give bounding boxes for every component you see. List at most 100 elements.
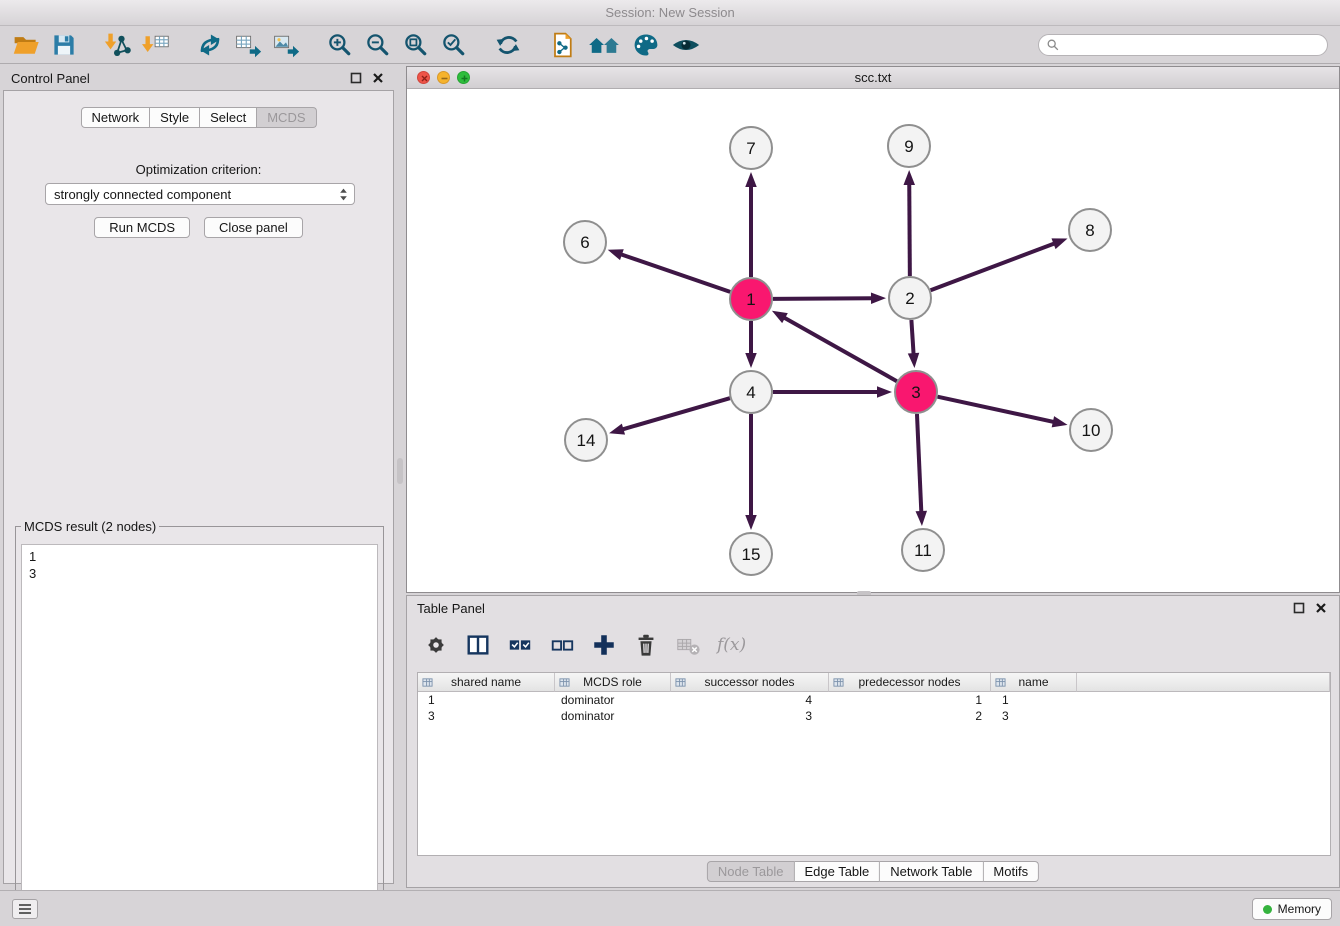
export-network-button[interactable]	[194, 29, 226, 61]
graph-edge-3-10[interactable]	[937, 397, 1054, 422]
graph-node-1[interactable]: 1	[730, 278, 772, 320]
delete-row-button[interactable]	[633, 632, 659, 658]
graph-node-label: 6	[580, 233, 589, 252]
vertical-splitter-handle[interactable]	[397, 458, 403, 484]
memory-button[interactable]: Memory	[1252, 898, 1332, 920]
graph-node-14[interactable]: 14	[565, 419, 607, 461]
table-settings-button[interactable]	[423, 632, 449, 658]
delete-table-button[interactable]	[675, 632, 701, 658]
window-minimize-button[interactable]	[437, 71, 450, 84]
graph-node-8[interactable]: 8	[1069, 209, 1111, 251]
graph-edge-arrowhead	[904, 170, 915, 185]
graph-node-9[interactable]: 9	[888, 125, 930, 167]
graph-edge-2-9[interactable]	[909, 183, 910, 276]
float-table-panel-button[interactable]	[1293, 601, 1307, 615]
tab-edge-table[interactable]: Edge Table	[794, 861, 880, 882]
mcds-result-item[interactable]: 1	[29, 548, 377, 565]
column-header-name[interactable]: name	[991, 673, 1077, 692]
table-cell[interactable]: 1	[829, 692, 991, 708]
tab-motifs[interactable]: Motifs	[983, 861, 1039, 882]
graph-edge-4-14[interactable]	[622, 398, 730, 430]
float-window-icon	[350, 72, 362, 84]
zoom-out-button[interactable]	[362, 29, 394, 61]
run-mcds-button[interactable]: Run MCDS	[94, 217, 190, 238]
apply-layout-button[interactable]	[492, 29, 524, 61]
graphics-details-button[interactable]	[668, 29, 704, 61]
toolbar-separator	[530, 44, 546, 45]
graph-node-15[interactable]: 15	[730, 533, 772, 575]
table-cell[interactable]: 1	[418, 692, 555, 708]
deselect-all-columns-button[interactable]	[549, 632, 575, 658]
list-icon	[17, 902, 33, 916]
table-cell[interactable]: 3	[418, 708, 555, 724]
graph-edge-2-3[interactable]	[911, 320, 913, 355]
table-cell[interactable]: 4	[671, 692, 829, 708]
task-history-button[interactable]	[12, 899, 38, 919]
zoom-in-button[interactable]	[324, 29, 356, 61]
graph-edge-2-8[interactable]	[931, 243, 1056, 290]
close-control-panel-button[interactable]	[372, 71, 386, 85]
graph-node-4[interactable]: 4	[730, 371, 772, 413]
function-builder-button[interactable]: f(x)	[717, 635, 746, 655]
network-canvas[interactable]: 7 9 6 8 1 2 4 3 14 10 15 11	[407, 89, 1339, 592]
tab-style[interactable]: Style	[150, 107, 200, 128]
select-all-columns-button[interactable]	[507, 632, 533, 658]
table-cell[interactable]: 3	[671, 708, 829, 724]
graph-edge-3-11[interactable]	[917, 414, 921, 513]
graph-node-6[interactable]: 6	[564, 221, 606, 263]
add-row-button[interactable]	[591, 632, 617, 658]
show-columns-button[interactable]	[465, 632, 491, 658]
plus-icon	[591, 632, 617, 658]
graph-edge-3-1[interactable]	[783, 317, 897, 381]
open-session-button[interactable]	[10, 29, 42, 61]
network-window-titlebar[interactable]: scc.txt	[407, 67, 1339, 89]
criterion-dropdown[interactable]: strongly connected component	[45, 183, 355, 205]
graph-edge-1-6[interactable]	[620, 254, 730, 292]
search-box[interactable]	[1038, 34, 1328, 56]
table-cell[interactable]: dominator	[555, 692, 671, 708]
save-session-button[interactable]	[48, 29, 80, 61]
column-header-predecessor-nodes[interactable]: predecessor nodes	[829, 673, 991, 692]
close-icon	[1315, 602, 1327, 614]
style-button[interactable]	[630, 29, 662, 61]
open-folder-icon	[12, 31, 40, 59]
import-network-button[interactable]	[102, 29, 134, 61]
tab-mcds[interactable]: MCDS	[257, 107, 316, 128]
graph-node-11[interactable]: 11	[902, 529, 944, 571]
dropdown-arrows-icon	[339, 187, 348, 202]
zoom-fit-button[interactable]	[400, 29, 432, 61]
table-cell[interactable]: 3	[991, 708, 1077, 724]
export-table-button[interactable]	[232, 29, 264, 61]
save-floppy-icon	[50, 31, 78, 59]
graph-node-3[interactable]: 3	[895, 371, 937, 413]
column-header-mcds-role[interactable]: MCDS role	[555, 673, 671, 692]
zoom-selected-button[interactable]	[438, 29, 470, 61]
export-image-button[interactable]	[270, 29, 302, 61]
mcds-result-list[interactable]: 1 3	[21, 544, 378, 895]
table-cell[interactable]: 2	[829, 708, 991, 724]
graph-node-10[interactable]: 10	[1070, 409, 1112, 451]
window-close-button[interactable]	[417, 71, 430, 84]
ndex-button[interactable]	[584, 29, 624, 61]
tab-network[interactable]: Network	[80, 107, 150, 128]
column-header-shared-name[interactable]: shared name	[418, 673, 555, 692]
import-network-database-button[interactable]	[546, 29, 578, 61]
close-table-panel-button[interactable]	[1315, 601, 1329, 615]
column-header-successor-nodes[interactable]: successor nodes	[671, 673, 829, 692]
search-input[interactable]	[1038, 34, 1328, 56]
mcds-result-item[interactable]: 3	[29, 565, 377, 582]
tab-network-table[interactable]: Network Table	[880, 861, 983, 882]
graph-node-2[interactable]: 2	[889, 277, 931, 319]
tab-node-table[interactable]: Node Table	[707, 861, 795, 882]
graph-node-7[interactable]: 7	[730, 127, 772, 169]
node-table[interactable]: shared name MCDS role successor nodes pr…	[417, 672, 1331, 856]
graph-edge-1-2[interactable]	[773, 298, 873, 299]
table-cell[interactable]: 1	[991, 692, 1077, 708]
window-titlebar[interactable]: Session: New Session	[0, 0, 1340, 26]
import-table-button[interactable]	[140, 29, 172, 61]
close-mcds-panel-button[interactable]: Close panel	[204, 217, 303, 238]
float-panel-button[interactable]	[350, 71, 364, 85]
table-cell[interactable]: dominator	[555, 708, 671, 724]
tab-select[interactable]: Select	[200, 107, 257, 128]
window-zoom-button[interactable]	[457, 71, 470, 84]
